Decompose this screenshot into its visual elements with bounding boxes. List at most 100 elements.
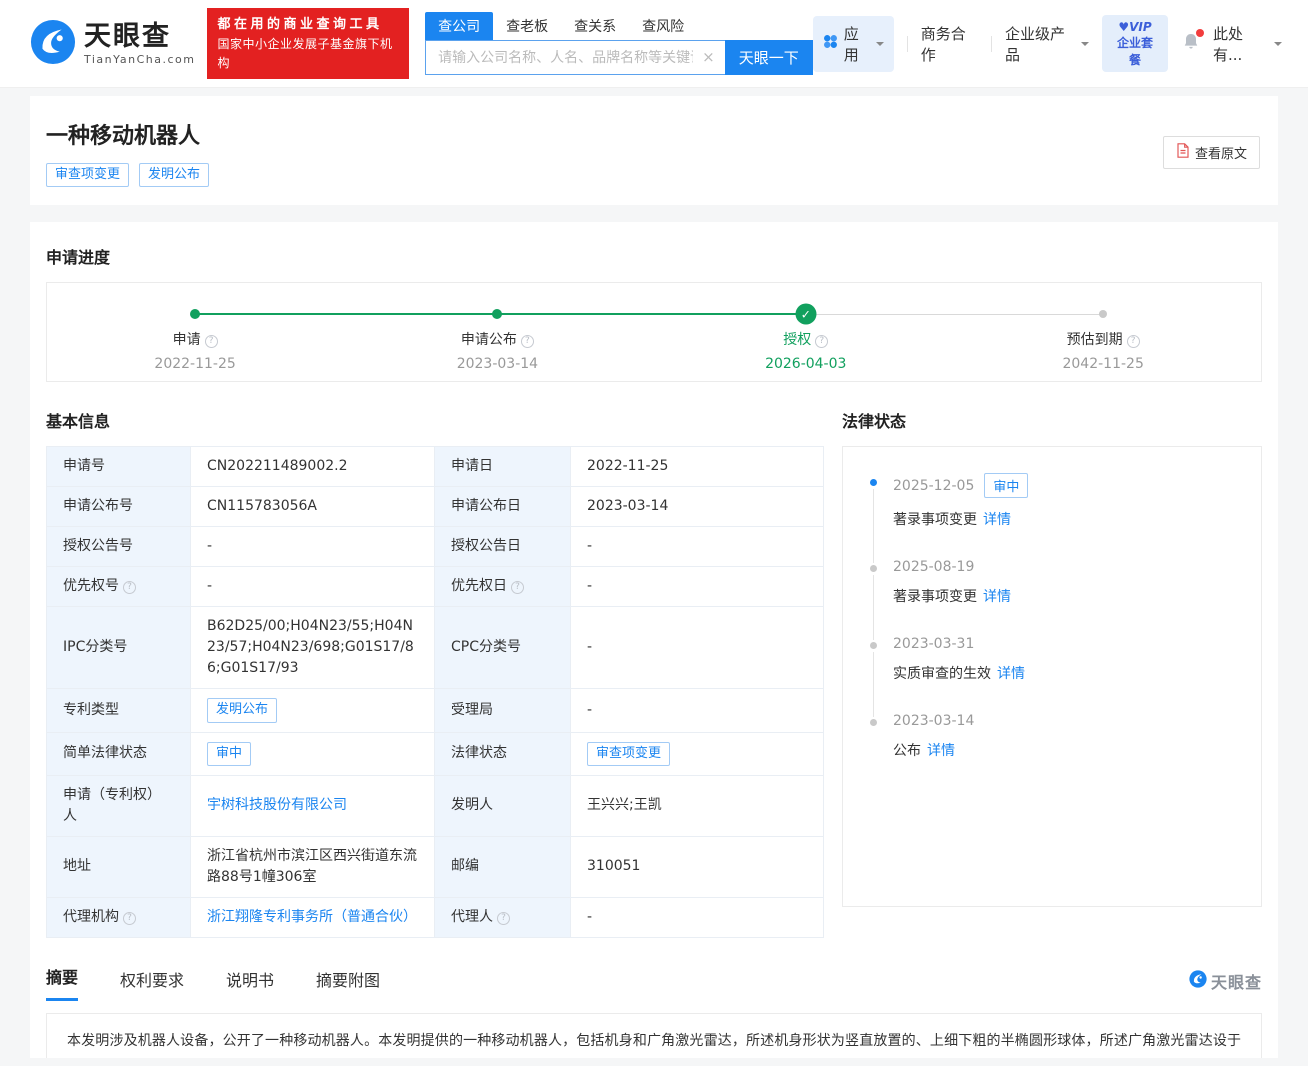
status-badge-invention-publication: 发明公布	[139, 163, 209, 187]
field-label: 申请公布号	[47, 487, 191, 527]
table-row: 代理机构? 浙江翔隆专利事务所（普通合伙） 代理人? -	[47, 897, 824, 937]
field-label-text: 代理人	[451, 909, 493, 925]
field-value: 浙江翔隆专利事务所（普通合伙）	[191, 897, 435, 937]
detail-link[interactable]: 详情	[983, 512, 1011, 528]
in-review-badge: 审中	[984, 473, 1028, 498]
search-input[interactable]	[425, 40, 725, 75]
legal-event: 著录事项变更	[893, 589, 977, 605]
table-row: 授权公告号 - 授权公告日 -	[47, 527, 824, 567]
vip-label: VIP	[1129, 20, 1152, 34]
tab-claims[interactable]: 权利要求	[120, 967, 184, 1001]
help-icon[interactable]: ?	[497, 912, 510, 925]
tianyancha-logo[interactable]: 天眼查 TianYanCha.com	[30, 19, 195, 69]
search-tab-boss[interactable]: 查老板	[493, 12, 561, 40]
timeline-dot	[870, 719, 877, 726]
step-label: 申请公布	[461, 332, 517, 348]
heart-icon: ♥	[1118, 20, 1129, 34]
nav-cooperation[interactable]: 商务合作	[921, 23, 978, 65]
apps-menu[interactable]: 应用	[813, 16, 894, 72]
search-tab-risk[interactable]: 查风险	[629, 12, 697, 40]
field-label: IPC分类号	[47, 607, 191, 689]
detail-link[interactable]: 详情	[997, 666, 1025, 682]
chevron-down-icon	[1081, 42, 1089, 50]
search-tab-relation[interactable]: 查关系	[561, 12, 629, 40]
applicant-link[interactable]: 宇树科技股份有限公司	[207, 797, 347, 813]
step-date: 2023-03-14	[407, 356, 587, 372]
timeline-connector	[873, 652, 874, 717]
field-value: -	[191, 567, 435, 607]
apps-label: 应用	[844, 23, 871, 65]
view-original-button[interactable]: 查看原文	[1163, 136, 1260, 169]
detail-tabs: 摘要 权利要求 说明书 摘要附图 天眼查	[46, 964, 1262, 1001]
progress-step-application: 申请? 2022-11-25	[105, 283, 285, 372]
field-value: -	[571, 607, 824, 689]
table-row: 简单法律状态 审中 法律状态 审查项变更	[47, 732, 824, 775]
agency-link[interactable]: 浙江翔隆专利事务所（普通合伙）	[207, 909, 417, 925]
field-value: 审查项变更	[571, 732, 824, 775]
help-icon[interactable]: ?	[815, 335, 828, 348]
timeline-connector	[873, 575, 874, 640]
help-icon[interactable]: ?	[205, 335, 218, 348]
field-label: 邮编	[435, 836, 571, 897]
help-icon[interactable]: ?	[123, 581, 136, 594]
table-row: 申请公布号 CN115783056A 申请公布日 2023-03-14	[47, 487, 824, 527]
patent-detail-card: 申请进度 申请? 2022-11-25 申请公布? 2023-03-14 ✓ 授…	[30, 222, 1278, 1058]
enterprise-label: 企业级产品	[1005, 23, 1076, 65]
search-button[interactable]: 天眼一下	[725, 40, 813, 75]
field-value: -	[571, 897, 824, 937]
tab-description[interactable]: 说明书	[226, 967, 274, 1001]
field-value: CN202211489002.2	[191, 447, 435, 487]
field-label: 法律状态	[435, 732, 571, 775]
help-icon[interactable]: ?	[1127, 335, 1140, 348]
chevron-down-icon	[1274, 42, 1282, 50]
help-icon[interactable]: ?	[521, 335, 534, 348]
view-original-label: 查看原文	[1195, 143, 1247, 162]
notification-bell-icon[interactable]	[1181, 31, 1201, 56]
nav-enterprise-products[interactable]: 企业级产品	[1005, 23, 1089, 65]
table-row: 专利类型 发明公布 受理局 -	[47, 689, 824, 732]
simple-legal-status-badge: 审中	[207, 742, 251, 766]
field-value: 2023-03-14	[571, 487, 824, 527]
legal-status-item: 2023-03-14 公布详情	[863, 713, 1241, 790]
slogan-line1: 都在用的商业查询工具	[217, 15, 399, 35]
field-label: 优先权日?	[435, 567, 571, 607]
detail-link[interactable]: 详情	[983, 589, 1011, 605]
field-value: -	[571, 527, 824, 567]
user-more-label: 此处有...	[1213, 23, 1269, 65]
progress-step-expiry: 预估到期? 2042-11-25	[1013, 283, 1193, 372]
legal-event: 公布	[893, 743, 921, 759]
page-title: 一种移动机器人	[46, 118, 1262, 150]
patent-title-card: 一种移动机器人 审查项变更 发明公布 查看原文	[30, 96, 1278, 205]
abstract-text: 本发明涉及机器人设备，公开了一种移动机器人。本发明提供的一种移动机器人，包括机身…	[46, 1013, 1262, 1059]
vip-package-badge[interactable]: ♥VIP 企业套餐	[1102, 15, 1168, 72]
nav-user-more[interactable]: 此处有...	[1213, 23, 1282, 65]
eye-logo-icon	[1189, 970, 1207, 992]
help-icon[interactable]: ?	[123, 912, 136, 925]
watermark-text: 天眼查	[1211, 969, 1262, 993]
tab-abstract[interactable]: 摘要	[46, 964, 78, 1001]
field-value: -	[571, 567, 824, 607]
field-label: 申请（专利权）人	[47, 775, 191, 836]
eye-logo-icon	[30, 19, 76, 69]
legal-status-badge: 审查项变更	[587, 742, 670, 766]
step-date: 2026-04-03	[716, 356, 896, 372]
legal-event: 著录事项变更	[893, 512, 977, 528]
tab-abstract-figure[interactable]: 摘要附图	[316, 967, 380, 1001]
legal-status-timeline: 2025-12-05审中 著录事项变更详情 2025-08-19 著录事项变更详…	[842, 446, 1262, 907]
divider	[907, 36, 908, 52]
top-header: 天眼查 TianYanCha.com 都在用的商业查询工具 国家中小企业发展子基…	[0, 0, 1308, 88]
detail-link[interactable]: 详情	[927, 743, 955, 759]
search-tab-company[interactable]: 查公司	[425, 12, 493, 40]
field-value: 2022-11-25	[571, 447, 824, 487]
field-label: 申请日	[435, 447, 571, 487]
field-label: 申请公布日	[435, 487, 571, 527]
field-value: 浙江省杭州市滨江区西兴街道东流路88号1幢306室	[191, 836, 435, 897]
help-icon[interactable]: ?	[511, 581, 524, 594]
field-label: 代理人?	[435, 897, 571, 937]
field-value: -	[571, 689, 824, 732]
timeline-dot	[870, 565, 877, 572]
header-nav: 应用 商务合作 企业级产品 ♥VIP 企业套餐 此处有...	[813, 15, 1282, 72]
field-label: 优先权号?	[47, 567, 191, 607]
timeline-dot	[870, 479, 877, 486]
clear-icon[interactable]: ×	[702, 48, 715, 66]
